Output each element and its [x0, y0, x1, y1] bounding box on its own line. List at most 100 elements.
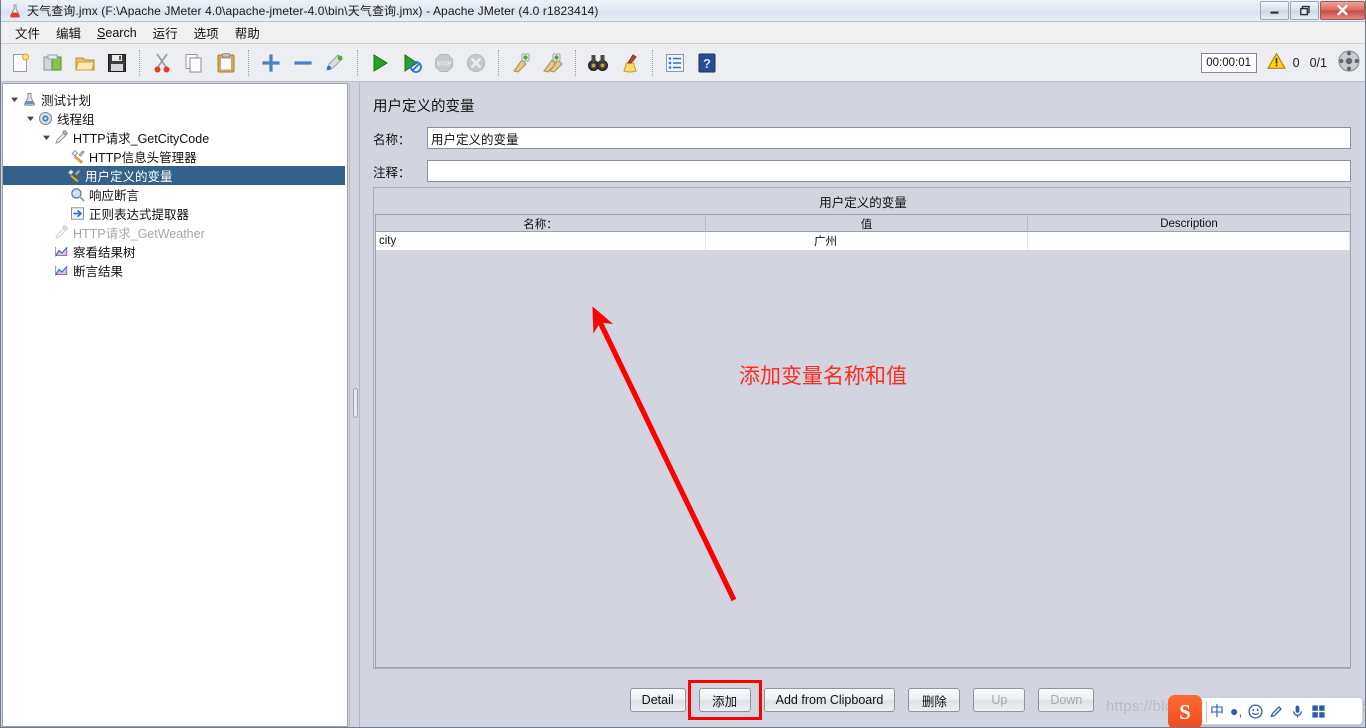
cut-button[interactable] [147, 48, 177, 78]
open-folder-icon [74, 52, 96, 74]
table-header-row: 名称：值 Description [376, 215, 1350, 232]
play-no-pause-icon [401, 52, 423, 74]
svg-text:STOP: STOP [437, 61, 452, 67]
remote-engines-icon[interactable] [1337, 49, 1361, 78]
broom-yellow-icon [619, 52, 641, 74]
tree-expand-toggle-icon[interactable] [7, 93, 21, 107]
tree-expand-toggle-icon[interactable] [23, 112, 37, 126]
tree-no-toggle [39, 226, 53, 240]
delete-button[interactable]: 删除 [908, 688, 961, 712]
tree-node-label: HTTP请求_GetCityCode [73, 132, 210, 146]
window-controls [1260, 1, 1365, 20]
menu-search[interactable]: Search [89, 24, 145, 42]
clear-button[interactable] [506, 48, 536, 78]
tree-no-toggle [55, 150, 69, 164]
tree-node-http-getcitycode[interactable]: HTTP请求_GetCityCode [3, 128, 347, 147]
paste-button[interactable] [211, 48, 241, 78]
test-plan-flask-icon [21, 91, 38, 108]
table-cell[interactable] [1028, 232, 1350, 250]
toggle-button[interactable] [320, 48, 350, 78]
tree-node-thread-group[interactable]: 线程组 [3, 109, 347, 128]
window-title: 天气查询.jmx (F:\Apache JMeter 4.0\apache-jm… [27, 4, 599, 18]
tree-node-header-manager[interactable]: HTTP信息头管理器 [3, 147, 347, 166]
start-no-pauses-button[interactable] [397, 48, 427, 78]
warning-indicator[interactable]: 0 [1266, 52, 1300, 75]
toolbar-status-area: 00:00:01 0 0/1 [1200, 44, 1361, 82]
open-button[interactable] [70, 48, 100, 78]
menu-run[interactable]: 运行 [145, 21, 186, 44]
table-cell[interactable]: 广州 [706, 232, 1028, 250]
header-manager-icon [69, 148, 86, 165]
add-button[interactable]: 添加 [698, 688, 751, 712]
clear-all-button[interactable] [538, 48, 568, 78]
ime-divider [1206, 701, 1207, 723]
warning-count: 0 [1292, 56, 1300, 70]
scissors-icon [151, 52, 173, 74]
tree-node-test-plan[interactable]: 测试计划 [3, 90, 347, 109]
ime-pen-icon[interactable] [1269, 704, 1284, 719]
menu-edit[interactable]: 编辑 [48, 21, 89, 44]
tree-node-regex-extractor[interactable]: 正则表达式提取器 [3, 204, 347, 223]
sogou-ime-toolbar[interactable]: S 中 ●, [1168, 695, 1363, 727]
menu-bar: 文件 编辑 Search 运行 选项 帮助 [1, 21, 1365, 44]
ime-punctuation-icon[interactable]: ●, [1230, 703, 1242, 719]
element-config-panel: 用户定义的变量 名称： 用户定义的变量 注释： 用户定义的变量 名称：值 Desc… [361, 83, 1365, 727]
ime-language-icon[interactable]: 中 [1210, 701, 1224, 721]
table-column-header[interactable]: Description [1028, 215, 1350, 232]
name-label: 名称： [373, 132, 411, 147]
tree-node-user-defined-variables[interactable]: 用户定义的变量 [3, 166, 345, 185]
help-button[interactable]: ? [692, 48, 722, 78]
expand-all-button[interactable] [256, 48, 286, 78]
search-button[interactable] [583, 48, 613, 78]
tree-node-label: 断言结果 [73, 265, 124, 279]
save-button[interactable] [102, 48, 132, 78]
close-button[interactable] [1320, 1, 1365, 20]
table-body[interactable]: city 广州 [376, 232, 1350, 250]
minimize-button[interactable] [1260, 1, 1289, 20]
stop-button: STOP [429, 48, 459, 78]
table-column-header[interactable]: 值 [706, 215, 1028, 232]
tree-node-label: HTTP信息头管理器 [89, 151, 197, 165]
new-button[interactable] [6, 48, 36, 78]
table-row[interactable]: city 广州 [376, 232, 1350, 250]
tree-node-view-results-tree[interactable]: 察看结果树 [3, 242, 347, 261]
comment-input[interactable] [427, 160, 1351, 182]
detail-button[interactable]: Detail [629, 688, 686, 712]
ime-microphone-icon[interactable] [1290, 704, 1305, 719]
start-button[interactable] [365, 48, 395, 78]
plus-icon [260, 52, 282, 74]
toggle-pencil-icon [324, 52, 346, 74]
shutdown-x-icon [465, 52, 487, 74]
test-plan-tree-panel[interactable]: 测试计划 线程组 HTTP请求_GetCityCode HTTP信息头管理器 用户定义的… [2, 83, 348, 727]
ime-toolbox-icon[interactable] [1311, 704, 1326, 719]
variables-group-box: 用户定义的变量 名称：值 Description city 广州 [373, 187, 1351, 669]
tree-no-toggle [55, 188, 69, 202]
menu-file[interactable]: 文件 [7, 21, 48, 44]
menu-help[interactable]: 帮助 [227, 21, 268, 44]
templates-button[interactable] [38, 48, 68, 78]
name-input[interactable]: 用户定义的变量 [427, 127, 1351, 149]
table-column-header[interactable]: 名称： [376, 215, 706, 232]
http-sampler-pipette-icon [53, 224, 70, 241]
collapse-all-button[interactable] [288, 48, 318, 78]
restore-button[interactable] [1290, 1, 1319, 20]
jmeter-window: 天气查询.jmx (F:\Apache JMeter 4.0\apache-jm… [0, 0, 1366, 728]
function-helper-button[interactable] [660, 48, 690, 78]
add-from-clipboard-button[interactable]: Add from Clipboard [763, 688, 896, 712]
splitter-grip[interactable] [353, 388, 358, 418]
tree-node-http-getweather[interactable]: HTTP请求_GetWeather [3, 223, 347, 242]
tree-expand-toggle-icon[interactable] [39, 131, 53, 145]
tree-node-assertion-results[interactable]: 断言结果 [3, 261, 347, 280]
binoculars-icon [587, 52, 609, 74]
annotation-text: 添加变量名称和值 [739, 365, 907, 388]
reset-search-button[interactable] [615, 48, 645, 78]
menu-options[interactable]: 选项 [186, 21, 227, 44]
table-cell[interactable]: city [376, 232, 706, 250]
copy-button[interactable] [179, 48, 209, 78]
variables-table[interactable]: 名称：值 Description city 广州 [375, 214, 1351, 668]
ime-emoji-icon[interactable] [1248, 703, 1263, 719]
tree-node-response-assertion[interactable]: 响应断言 [3, 185, 347, 204]
sogou-logo-icon[interactable]: S [1168, 695, 1202, 727]
pane-splitter[interactable] [349, 83, 360, 727]
comment-label: 注释： [373, 165, 411, 180]
